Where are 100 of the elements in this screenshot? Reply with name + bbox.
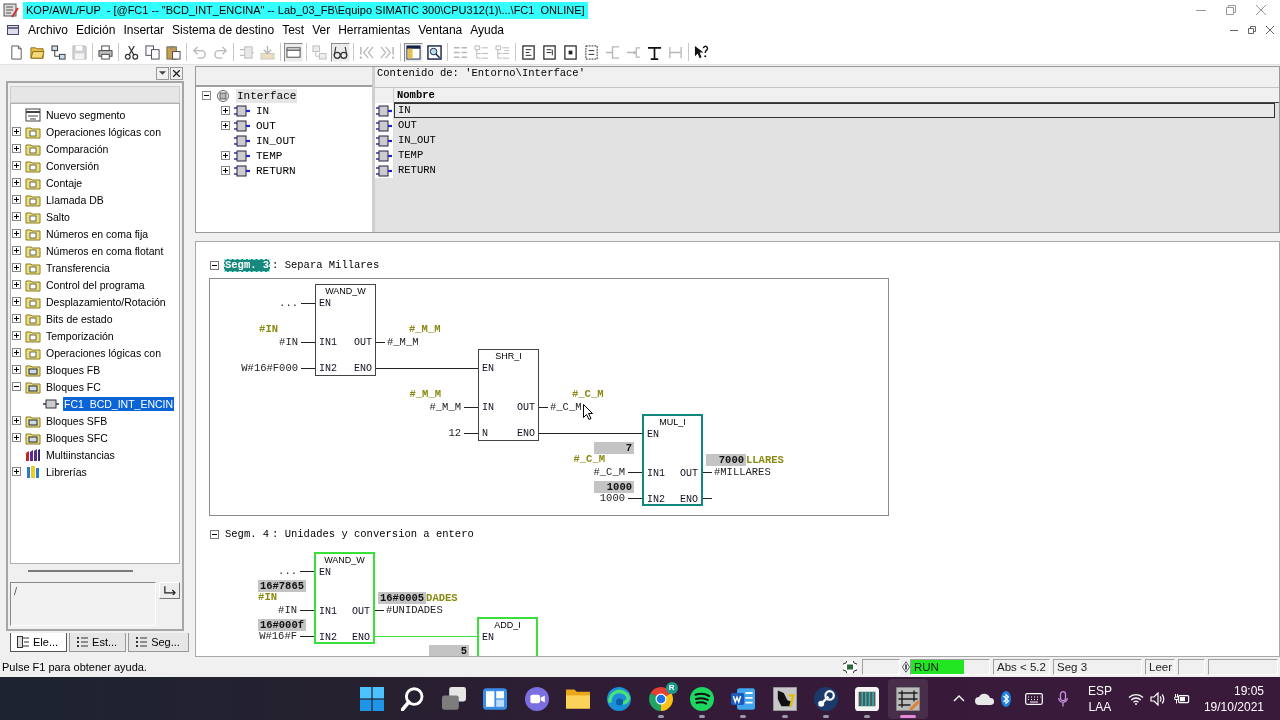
expand-icon[interactable]	[12, 314, 21, 323]
menu-item[interactable]: Ventana	[414, 22, 467, 38]
tree-item[interactable]: Contaje	[45, 175, 84, 190]
toolbar-button[interactable]	[425, 42, 444, 62]
clock-date[interactable]: 19/10/2021	[1203, 698, 1264, 715]
expand-icon[interactable]	[221, 121, 230, 130]
expand-icon[interactable]	[12, 161, 21, 170]
menu-item[interactable]: Ayuda	[466, 22, 509, 38]
tree-item[interactable]: Operaciones lógicas con	[45, 345, 162, 360]
tree-item[interactable]: Números en coma fija	[45, 226, 150, 241]
collapse-icon[interactable]	[210, 529, 219, 539]
chevron-up-icon[interactable]	[952, 695, 965, 702]
tree-item[interactable]: Salto	[45, 209, 71, 224]
expand-icon[interactable]	[12, 246, 21, 255]
menu-item[interactable]: Edición	[72, 22, 120, 38]
tab[interactable]: Ele...	[10, 633, 68, 652]
tree-item[interactable]: Bloques SFC	[45, 430, 109, 445]
expand-icon[interactable]	[12, 348, 21, 357]
expand-icon[interactable]	[221, 166, 230, 175]
expand-icon[interactable]	[221, 151, 230, 160]
language-indicator[interactable]: ESP	[1087, 682, 1112, 699]
table-cell[interactable]: IN_OUT	[394, 133, 1275, 148]
wifi-icon[interactable]	[1127, 692, 1144, 705]
clock-time[interactable]: 19:05	[1233, 682, 1264, 699]
microphone-icon[interactable]	[1057, 690, 1068, 707]
menu-item[interactable]: Test	[278, 22, 309, 38]
tree-item[interactable]: Bloques FB	[45, 362, 102, 377]
toolbar-button[interactable]	[561, 42, 580, 62]
collapse-icon[interactable]	[12, 382, 21, 391]
tree-item[interactable]: IN	[255, 103, 271, 118]
close-button[interactable]	[170, 66, 183, 80]
tree-item[interactable]: Control del programa	[45, 277, 146, 292]
toolbar-button[interactable]	[582, 42, 601, 62]
tree-item[interactable]: OUT	[255, 118, 277, 133]
expand-icon[interactable]	[12, 212, 21, 221]
expand-icon[interactable]	[12, 280, 21, 289]
tree-item[interactable]: RETURN	[255, 163, 297, 178]
toolbar-button[interactable]	[404, 42, 423, 62]
restore-button[interactable]	[1245, 23, 1259, 37]
expand-icon[interactable]	[221, 106, 230, 115]
menu-item[interactable]: Insertar	[119, 22, 169, 38]
function-block[interactable]: ADD_I EN	[477, 617, 538, 656]
expand-icon[interactable]	[12, 467, 21, 476]
expand-icon[interactable]	[12, 331, 21, 340]
function-block[interactable]: WAND_W EN IN1 IN2 OUT ENO	[314, 552, 375, 644]
tree-item[interactable]: Temporización	[45, 328, 115, 343]
tree-item[interactable]: Operaciones lógicas con	[45, 124, 162, 139]
collapse-icon[interactable]	[210, 260, 219, 270]
cloud-icon[interactable]	[974, 692, 995, 705]
tree-item[interactable]: Bits de estado	[45, 311, 114, 326]
function-block[interactable]: MUL_I EN IN1 IN2 OUT ENO	[642, 414, 703, 506]
network-label[interactable]: Segm. 3	[224, 258, 271, 272]
toolbar-button[interactable]	[143, 42, 162, 62]
menu-item[interactable]: Ver	[308, 22, 335, 38]
tree-item[interactable]: Bloques FC	[45, 379, 102, 394]
tree-item[interactable]: Interface	[236, 88, 298, 103]
menu-item[interactable]: Archivo	[24, 22, 72, 38]
expand-icon[interactable]	[12, 433, 21, 442]
tree-item[interactable]: Librerías	[45, 464, 88, 479]
table-cell[interactable]: OUT	[394, 118, 1275, 133]
speaker-icon[interactable]	[1149, 691, 1166, 706]
window-icon[interactable]	[7, 25, 19, 35]
tree-item[interactable]: Transferencia	[45, 260, 111, 275]
tree-item[interactable]: Conversión	[45, 158, 101, 173]
toolbar-button[interactable]	[331, 42, 350, 62]
collapse-icon[interactable]	[202, 91, 211, 100]
tree-item[interactable]: Números en coma flotant	[45, 243, 165, 258]
tree-item[interactable]: TEMP	[255, 148, 284, 163]
menu-item[interactable]: Herramientas	[334, 22, 415, 38]
toolbar-button[interactable]	[519, 42, 538, 62]
network-label[interactable]: Segm. 4	[224, 527, 271, 541]
path-field[interactable]: /	[10, 582, 156, 626]
tree-item[interactable]: Nuevo segmento	[45, 107, 127, 122]
tree-item[interactable]: Multiinstancias	[45, 447, 116, 462]
tree-item[interactable]: Llamada DB	[45, 192, 105, 207]
expand-icon[interactable]	[12, 127, 21, 136]
jump-button[interactable]	[159, 582, 180, 599]
table-cell[interactable]: RETURN	[394, 163, 1275, 178]
toolbar-button[interactable]	[49, 42, 68, 62]
keyboard-icon[interactable]	[1024, 692, 1043, 705]
language-indicator[interactable]: LAA	[1088, 698, 1112, 715]
tree-item[interactable]: Bloques SFB	[45, 413, 109, 428]
bluetooth-icon[interactable]	[1000, 690, 1011, 707]
function-block[interactable]: WAND_W EN IN1 IN2 OUT ENO	[315, 284, 376, 376]
tree-item[interactable]: IN_OUT	[255, 133, 297, 148]
battery-plug-icon[interactable]	[1173, 692, 1190, 705]
expand-icon[interactable]	[12, 178, 21, 187]
column-header[interactable]: Nombre	[394, 88, 1279, 103]
expand-icon[interactable]	[12, 144, 21, 153]
expand-icon[interactable]	[12, 365, 21, 374]
tab[interactable]: Est...	[69, 633, 127, 652]
function-block[interactable]: SHR_I EN IN N OUT ENO	[478, 349, 539, 441]
expand-icon[interactable]	[12, 297, 21, 306]
expand-icon[interactable]	[12, 229, 21, 238]
expand-icon[interactable]	[12, 416, 21, 425]
menu-item[interactable]: Sistema de destino	[168, 22, 279, 38]
taskbar-button[interactable]	[888, 678, 929, 719]
tab[interactable]: Seg...	[128, 633, 189, 652]
dropdown-button[interactable]	[156, 66, 169, 80]
tree-item[interactable]: FC1 BCD_INT_ENCIN	[63, 396, 175, 411]
